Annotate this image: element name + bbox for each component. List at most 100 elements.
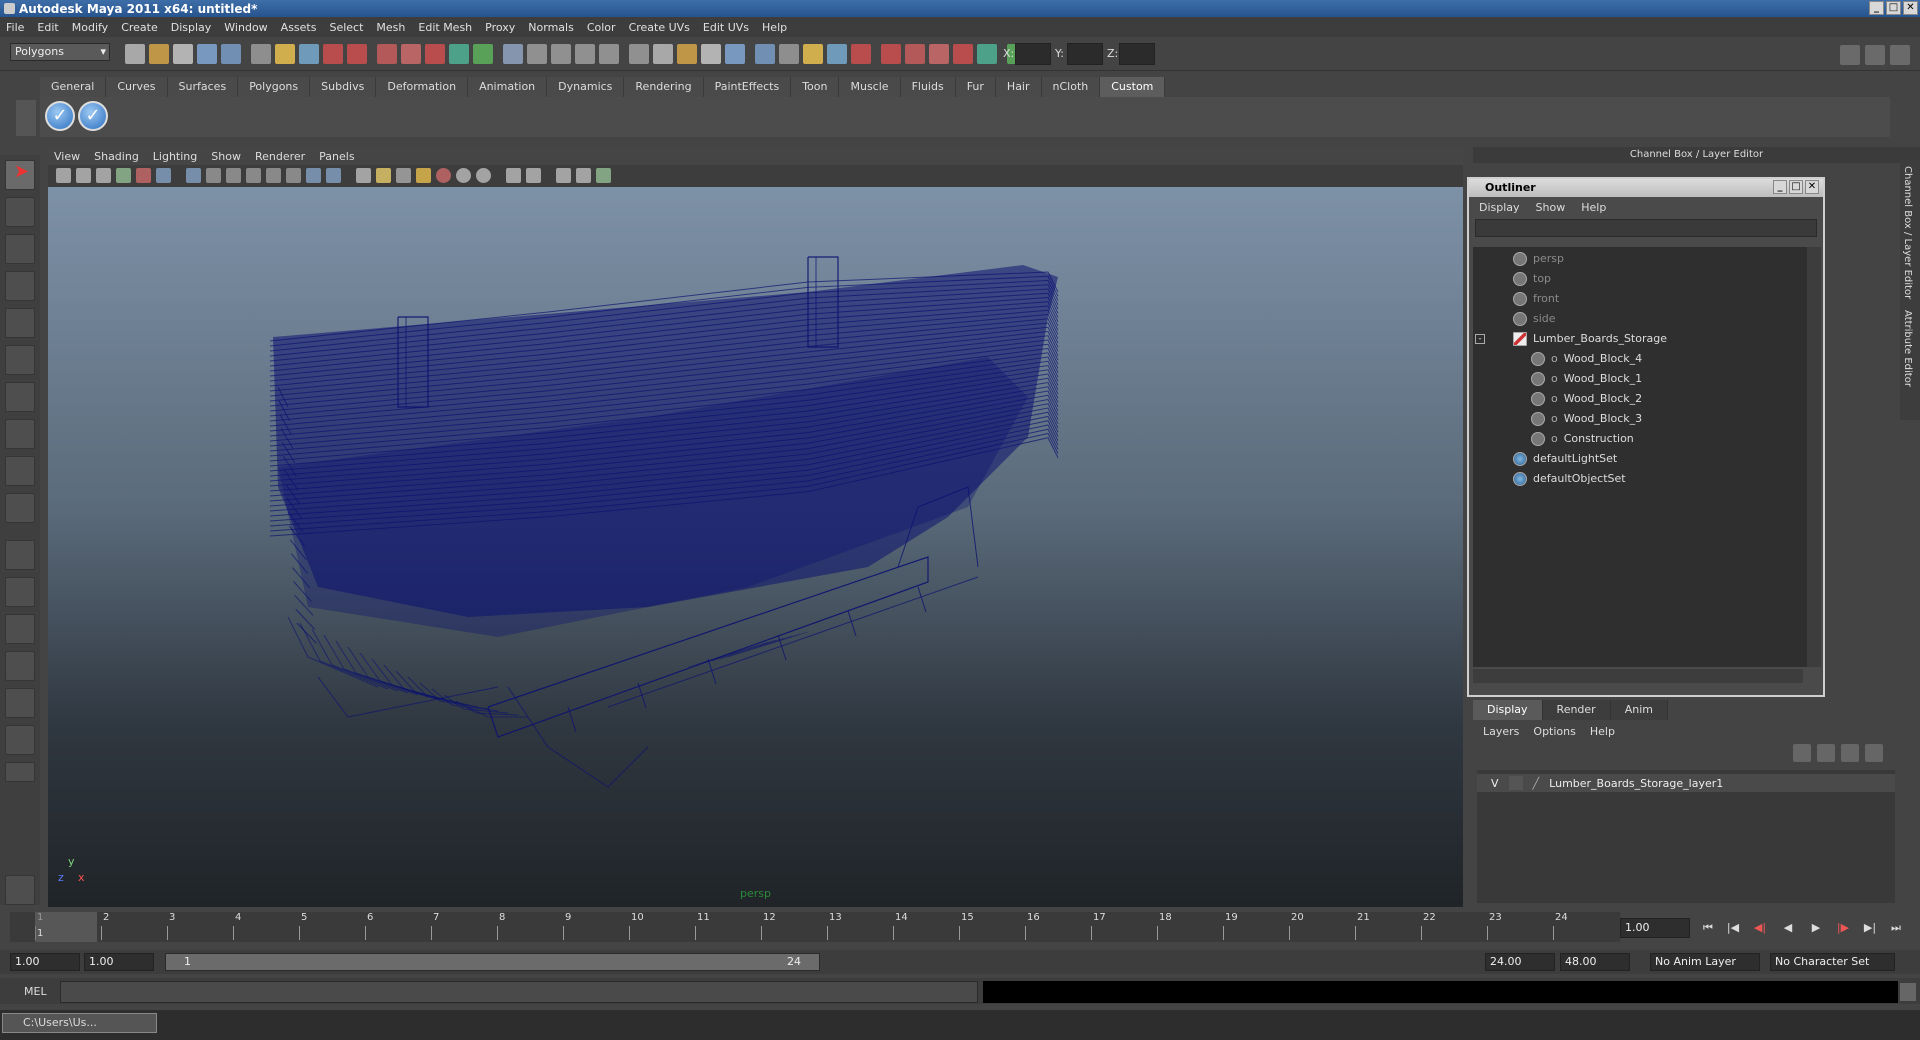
panel-menu-view[interactable]: View bbox=[54, 150, 80, 163]
menu-set-dropdown[interactable]: Polygons ▾ bbox=[10, 43, 110, 61]
menu-proxy[interactable]: Proxy bbox=[485, 21, 515, 34]
hypershade-persp-layout-icon[interactable] bbox=[5, 688, 35, 718]
anim-layer-dropdown[interactable]: No Anim Layer bbox=[1650, 953, 1760, 971]
status-tool-icon[interactable] bbox=[473, 44, 493, 64]
outliner-item[interactable]: defaultLightSet bbox=[1513, 450, 1617, 468]
outliner-menu-display[interactable]: Display bbox=[1479, 201, 1520, 214]
panel-tool-icon[interactable] bbox=[156, 168, 171, 183]
menu-select[interactable]: Select bbox=[329, 21, 363, 34]
paint-select-tool-icon[interactable] bbox=[5, 234, 35, 264]
current-time-marker[interactable] bbox=[35, 912, 97, 942]
status-tool-icon[interactable] bbox=[221, 44, 241, 64]
shelf-menu-icon[interactable] bbox=[16, 100, 36, 136]
menu-help[interactable]: Help bbox=[762, 21, 787, 34]
shelf-tab-dynamics[interactable]: Dynamics bbox=[547, 77, 625, 97]
menu-create-uvs[interactable]: Create UVs bbox=[629, 21, 690, 34]
outliner-item[interactable]: front bbox=[1513, 290, 1559, 308]
shelf-check-icon-2[interactable]: ✓ bbox=[78, 101, 108, 131]
script-editor-icon[interactable] bbox=[1900, 983, 1916, 1001]
layer-tab-anim[interactable]: Anim bbox=[1610, 700, 1668, 720]
status-tool-icon[interactable] bbox=[755, 44, 775, 64]
outliner-horizontal-scrollbar[interactable] bbox=[1473, 669, 1803, 683]
panel-menu-lighting[interactable]: Lighting bbox=[153, 150, 197, 163]
command-language-label[interactable]: MEL bbox=[24, 985, 47, 998]
panel-tool-icon[interactable] bbox=[306, 168, 321, 183]
perspective-viewport[interactable]: persp y x z bbox=[48, 187, 1463, 907]
menu-edit-uvs[interactable]: Edit UVs bbox=[703, 21, 749, 34]
panel-tool-icon[interactable] bbox=[356, 168, 371, 183]
persp-graph-outliner-layout-icon[interactable] bbox=[5, 725, 35, 755]
shelf-tab-subdivs[interactable]: Subdivs bbox=[310, 77, 377, 97]
layout-options-icon[interactable] bbox=[5, 762, 35, 782]
layer-menu-layers[interactable]: Layers bbox=[1483, 725, 1519, 738]
menu-mesh[interactable]: Mesh bbox=[376, 21, 405, 34]
show-manipulator-icon[interactable] bbox=[5, 456, 35, 486]
panel-tool-icon[interactable] bbox=[326, 168, 341, 183]
menu-create[interactable]: Create bbox=[121, 21, 158, 34]
panel-tool-icon[interactable] bbox=[186, 168, 201, 183]
panel-tool-icon[interactable] bbox=[96, 168, 111, 183]
outliner-item[interactable]: o Wood_Block_4 bbox=[1531, 350, 1642, 368]
menu-edit[interactable]: Edit bbox=[37, 21, 58, 34]
status-tool-icon[interactable] bbox=[251, 44, 271, 64]
layer-row[interactable]: V ╱ Lumber_Boards_Storage_layer1 bbox=[1477, 774, 1895, 792]
new-layer-icon[interactable] bbox=[1793, 744, 1811, 762]
outliner-close-button[interactable]: ✕ bbox=[1805, 180, 1819, 194]
shelf-tab-hair[interactable]: Hair bbox=[995, 77, 1042, 97]
shelf-check-icon[interactable]: ✓ bbox=[45, 101, 75, 131]
layer-color-swatch-icon[interactable]: ╱ bbox=[1533, 777, 1540, 790]
status-tool-icon[interactable] bbox=[551, 44, 571, 64]
status-tool-icon[interactable] bbox=[173, 44, 193, 64]
status-tool-icon[interactable] bbox=[377, 44, 397, 64]
command-input[interactable] bbox=[60, 981, 978, 1003]
shelf-tab-custom[interactable]: Custom bbox=[1100, 77, 1166, 97]
close-button[interactable]: ✕ bbox=[1903, 1, 1918, 15]
layer-menu-help[interactable]: Help bbox=[1590, 725, 1615, 738]
panel-tool-icon[interactable] bbox=[226, 168, 241, 183]
four-pane-layout-icon[interactable] bbox=[5, 577, 35, 607]
minimize-button[interactable]: _ bbox=[1869, 1, 1884, 15]
channel-box-toggle-icon[interactable] bbox=[1865, 45, 1885, 65]
attribute-editor-toggle-icon[interactable] bbox=[1890, 45, 1910, 65]
panel-menu-show[interactable]: Show bbox=[211, 150, 241, 163]
menu-normals[interactable]: Normals bbox=[528, 21, 574, 34]
panel-tool-icon[interactable] bbox=[526, 168, 541, 183]
range-slider[interactable]: 1 24 bbox=[165, 953, 820, 971]
create-layer-from-selected-icon[interactable] bbox=[1841, 744, 1859, 762]
menu-modify[interactable]: Modify bbox=[72, 21, 108, 34]
modeling-toolkit-icon[interactable] bbox=[5, 875, 35, 905]
menu-window[interactable]: Window bbox=[224, 21, 267, 34]
x-coord-input[interactable] bbox=[1015, 43, 1051, 65]
outliner-item[interactable]: o Wood_Block_1 bbox=[1531, 370, 1642, 388]
status-tool-icon[interactable] bbox=[299, 44, 319, 64]
status-tool-icon[interactable] bbox=[725, 44, 745, 64]
menu-file[interactable]: File bbox=[6, 21, 24, 34]
z-coord-input[interactable] bbox=[1119, 43, 1155, 65]
panel-tool-icon[interactable] bbox=[416, 168, 431, 183]
universal-manipulator-icon[interactable] bbox=[5, 382, 35, 412]
shelf-tab-painteffects[interactable]: PaintEffects bbox=[703, 77, 792, 97]
add-to-layer-icon[interactable] bbox=[1865, 744, 1883, 762]
rotate-tool-icon[interactable] bbox=[5, 308, 35, 338]
single-pane-layout-icon[interactable] bbox=[5, 540, 35, 570]
attribute-editor-side-tab[interactable]: Attribute Editor bbox=[1902, 310, 1913, 387]
outliner-item[interactable]: Lumber_Boards_Storage bbox=[1513, 330, 1667, 348]
outliner-persp-layout-icon[interactable] bbox=[5, 614, 35, 644]
layer-tab-display[interactable]: Display bbox=[1473, 700, 1543, 720]
status-tool-icon[interactable] bbox=[851, 44, 871, 64]
shelf-tab-muscle[interactable]: Muscle bbox=[839, 77, 901, 97]
shelf-tab-polygons[interactable]: Polygons bbox=[238, 77, 311, 97]
status-tool-icon[interactable] bbox=[905, 44, 925, 64]
panel-tool-icon[interactable] bbox=[376, 168, 391, 183]
go-to-start-icon[interactable]: ⏮ bbox=[1700, 921, 1716, 935]
panel-tool-icon[interactable] bbox=[436, 168, 451, 183]
menu-display[interactable]: Display bbox=[171, 21, 212, 34]
step-back-key-icon[interactable]: |◀ bbox=[1725, 921, 1741, 935]
outliner-item[interactable]: o Wood_Block_3 bbox=[1531, 410, 1642, 428]
status-tool-icon[interactable] bbox=[125, 44, 145, 64]
status-tool-icon[interactable] bbox=[599, 44, 619, 64]
outliner-item[interactable]: defaultObjectSet bbox=[1513, 470, 1626, 488]
y-coord-input[interactable] bbox=[1067, 43, 1103, 65]
panel-menu-renderer[interactable]: Renderer bbox=[255, 150, 305, 163]
panel-tool-icon[interactable] bbox=[456, 168, 471, 183]
